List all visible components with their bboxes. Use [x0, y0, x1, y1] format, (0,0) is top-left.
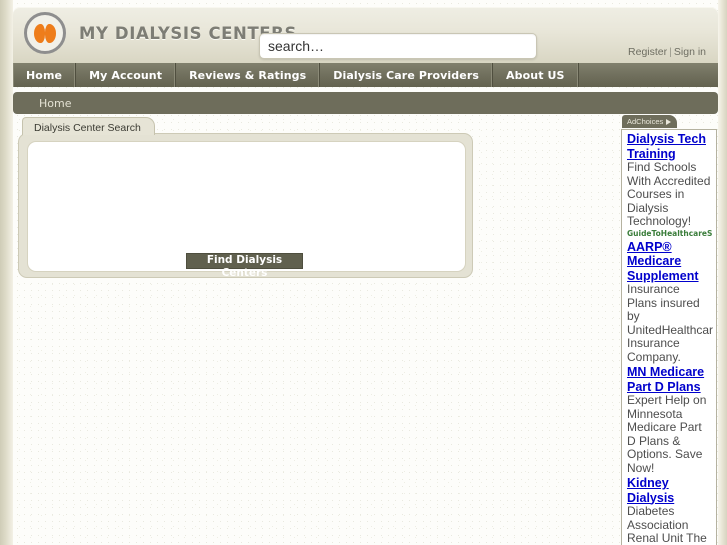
ad-item: AARP® Medicare Supplement Insurance Plan…: [627, 240, 714, 365]
nav-item-reviews-ratings[interactable]: Reviews & Ratings: [176, 63, 321, 87]
ad-sidebar: Dialysis Tech Training Find Schools With…: [621, 129, 717, 545]
signin-link[interactable]: Sign in: [674, 46, 706, 58]
triangle-right-icon: [666, 119, 672, 125]
tab-dialysis-center-search[interactable]: Dialysis Center Search: [22, 117, 155, 135]
account-links: Register | Sign in: [628, 46, 706, 58]
ad-body-text: Diabetes Association Renal Unit The Diab…: [627, 504, 707, 545]
find-dialysis-centers-button[interactable]: Find Dialysis Centers: [186, 253, 303, 279]
kidney-shape-left-icon: [34, 24, 45, 43]
ad-body-text: Expert Help on Minnesota Medicare Part D…: [627, 393, 707, 475]
kidney-shape-right-icon: [45, 24, 56, 43]
tab-label: Dialysis Center Search: [34, 122, 141, 134]
kidneys-logo-icon: [24, 12, 66, 54]
ad-title-link[interactable]: AARP® Medicare Supplement: [627, 240, 712, 284]
ad-display-url[interactable]: GuideToHealthcareSc...: [627, 229, 712, 239]
ad-item: Dialysis Tech Training Find Schools With…: [627, 132, 712, 239]
nav-item-home[interactable]: Home: [13, 63, 77, 87]
nav-item-my-account[interactable]: My Account: [76, 63, 177, 87]
nav-filler: [579, 63, 718, 87]
nav-item-label: My Account: [89, 68, 163, 82]
site-logo[interactable]: MY DIALYSIS CENTERS: [18, 12, 297, 54]
ad-title-link[interactable]: Dialysis Tech Training: [627, 132, 712, 161]
adchoices-label: AdChoices: [627, 117, 664, 126]
account-links-separator: |: [669, 46, 672, 58]
ad-item: MN Medicare Part D Plans Expert Help on …: [627, 365, 712, 475]
nav-item-label: Reviews & Ratings: [189, 68, 307, 82]
nav-item-about-us[interactable]: About US: [493, 63, 579, 87]
search-input[interactable]: [260, 34, 536, 58]
ad-body-text: Find Schools With Accredited Courses in …: [627, 160, 711, 228]
ad-item: Kidney Dialysis Diabetes Association Ren…: [627, 476, 712, 545]
nav-item-label: Dialysis Care Providers: [333, 68, 480, 82]
page-right-edge-strip: [718, 0, 727, 545]
adchoices-tab[interactable]: AdChoices: [622, 115, 678, 128]
nav-item-label: Home: [26, 68, 63, 82]
breadcrumb-item-home[interactable]: Home: [39, 97, 71, 110]
breadcrumb: Home: [13, 92, 718, 114]
ad-body-text: Insurance Plans insured by UnitedHealthc…: [627, 282, 714, 364]
main-navigation: Home My Account Reviews & Ratings Dialys…: [13, 63, 718, 87]
register-link[interactable]: Register: [628, 46, 667, 58]
ad-title-link[interactable]: Kidney Dialysis: [627, 476, 712, 505]
site-header: MY DIALYSIS CENTERS Register|Sign in: [13, 7, 718, 63]
ad-title-link[interactable]: MN Medicare Part D Plans: [627, 365, 712, 394]
search-box[interactable]: [259, 33, 537, 59]
nav-item-dialysis-care-providers[interactable]: Dialysis Care Providers: [320, 63, 494, 87]
nav-item-label: About US: [506, 68, 565, 82]
page-left-edge-strip: [0, 0, 13, 545]
